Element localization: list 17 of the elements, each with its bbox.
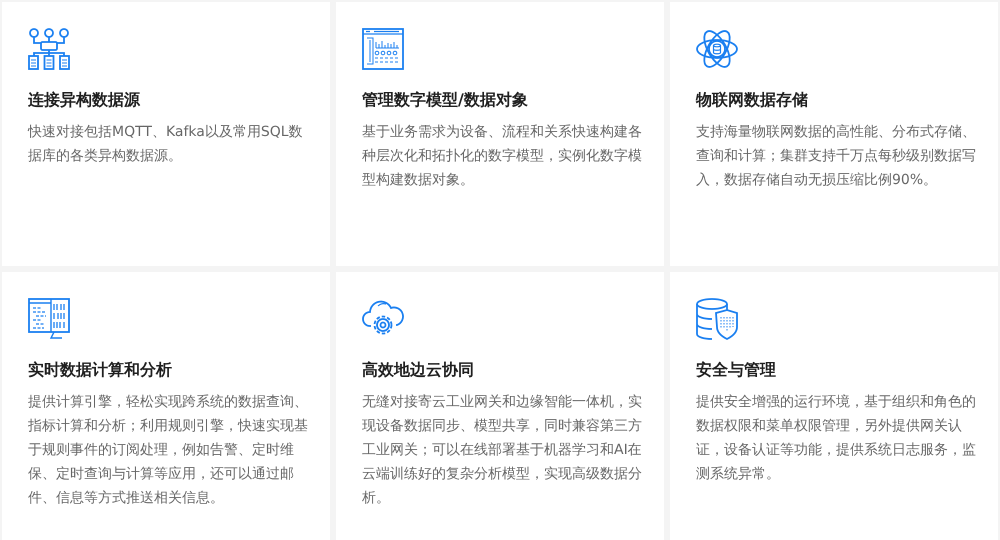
card-title: 高效地边云协同 xyxy=(362,360,475,380)
card-description: 提供安全增强的运行环境，基于组织和角色的数据权限和菜单权限管理，另外提供网关认证，设备认证等功能，提供系统日志服务，监测系统异常。 xyxy=(696,393,977,484)
network-icon xyxy=(28,28,70,70)
card-description: 提供计算引擎，轻松实现跨系统的数据查询、指标计算和分析；利用规则引擎，快速实现基于规则事件的订阅处理，例如告警、定时维保、定时查询与计算等应用，还可以通过邮件、信息等方式推送相关信息。 xyxy=(28,393,309,508)
binary-code-monitor-icon xyxy=(28,298,70,340)
card-title: 管理数字模型/数据对象 xyxy=(362,90,529,110)
card-description: 无缝对接寄云工业网关和边缘智能一体机，实现设备数据同步、模型共享，同时兼容第三方工业网关；可以在线部署基于机器学习和AI在云端训练好的复杂分析模型，实现高级数据分析。 xyxy=(362,393,643,508)
card-title: 物联网数据存储 xyxy=(696,90,809,110)
card-title: 安全与管理 xyxy=(696,360,777,380)
database-shield-icon xyxy=(696,298,738,340)
card-description: 快速对接包括MQTT、Kafka以及常用SQL数据库的各类异构数据源。 xyxy=(28,123,304,166)
card-title: 实时数据计算和分析 xyxy=(28,360,173,380)
card-description: 支持海量物联网数据的高性能、分布式存储、查询和计算；集群支持千万点每秒级别数据写入，数据存储自动无损压缩比例90%。 xyxy=(696,123,977,190)
dashboard-icon xyxy=(362,28,404,70)
card-title: 连接异构数据源 xyxy=(28,90,142,110)
atom-database-icon xyxy=(696,28,738,70)
card-description: 基于业务需求为设备、流程和关系快速构建各种层次化和拓扑化的数字模型，实例化数字模型构建数据对象。 xyxy=(362,123,643,190)
